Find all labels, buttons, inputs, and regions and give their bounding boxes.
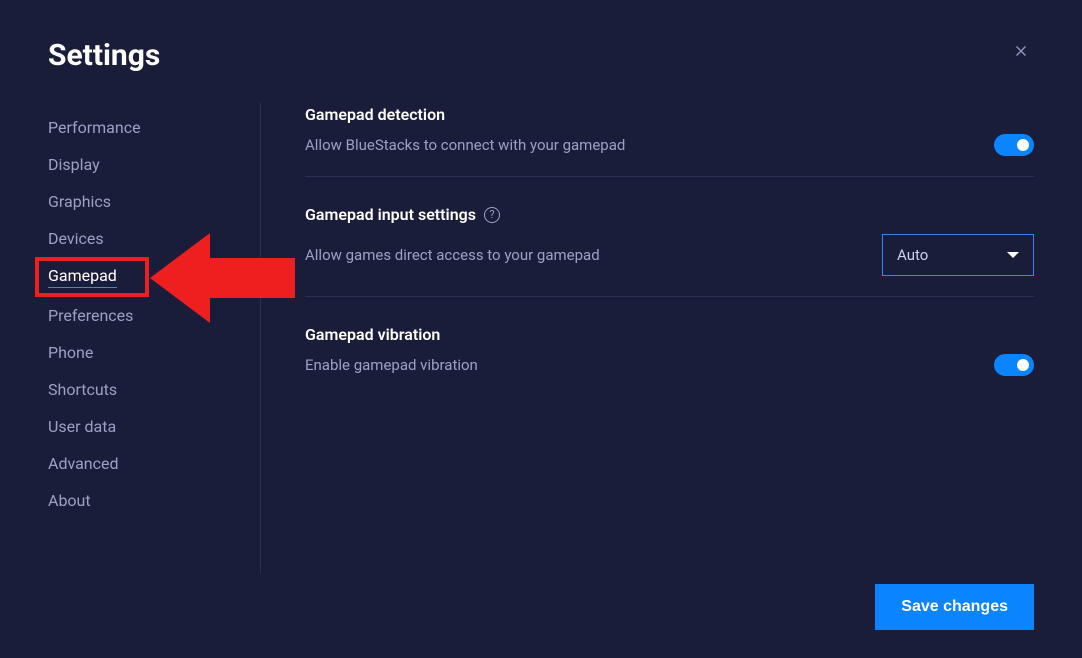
sidebar-item-display[interactable]: Display: [48, 146, 260, 183]
sidebar-item-preferences[interactable]: Preferences: [48, 297, 260, 334]
section-title: Gamepad detection: [305, 105, 445, 124]
sidebar-item-advanced[interactable]: Advanced: [48, 445, 260, 482]
settings-sidebar: Performance Display Graphics Devices Gam…: [48, 93, 260, 573]
section-gamepad-input: Gamepad input settings ? Allow games dir…: [305, 205, 1034, 297]
sidebar-item-user-data[interactable]: User data: [48, 408, 260, 445]
vertical-divider: [260, 103, 261, 573]
close-button[interactable]: [1008, 38, 1034, 68]
sidebar-item-performance[interactable]: Performance: [48, 109, 260, 146]
select-value: Auto: [897, 246, 928, 264]
sidebar-item-gamepad[interactable]: Gamepad: [48, 257, 260, 297]
toggle-knob: [1017, 139, 1029, 151]
save-changes-button[interactable]: Save changes: [875, 584, 1034, 630]
gamepad-detection-toggle[interactable]: [994, 134, 1034, 156]
sidebar-item-phone[interactable]: Phone: [48, 334, 260, 371]
gamepad-vibration-toggle[interactable]: [994, 354, 1034, 376]
sidebar-item-devices[interactable]: Devices: [48, 220, 260, 257]
help-icon[interactable]: ?: [484, 207, 500, 223]
section-gamepad-detection: Gamepad detection Allow BlueStacks to co…: [305, 105, 1034, 177]
section-desc: Allow BlueStacks to connect with your ga…: [305, 136, 625, 154]
sidebar-item-graphics[interactable]: Graphics: [48, 183, 260, 220]
chevron-down-icon: [1007, 252, 1019, 258]
section-title: Gamepad input settings: [305, 205, 476, 224]
gamepad-input-select[interactable]: Auto: [882, 234, 1034, 276]
page-title: Settings: [48, 38, 160, 73]
section-title: Gamepad vibration: [305, 325, 440, 344]
section-desc: Allow games direct access to your gamepa…: [305, 246, 600, 264]
sidebar-item-about[interactable]: About: [48, 482, 260, 519]
close-icon: [1012, 42, 1030, 60]
toggle-knob: [1017, 359, 1029, 371]
section-gamepad-vibration: Gamepad vibration Enable gamepad vibrati…: [305, 325, 1034, 396]
sidebar-item-shortcuts[interactable]: Shortcuts: [48, 371, 260, 408]
settings-content: Gamepad detection Allow BlueStacks to co…: [305, 93, 1034, 573]
section-desc: Enable gamepad vibration: [305, 356, 478, 374]
